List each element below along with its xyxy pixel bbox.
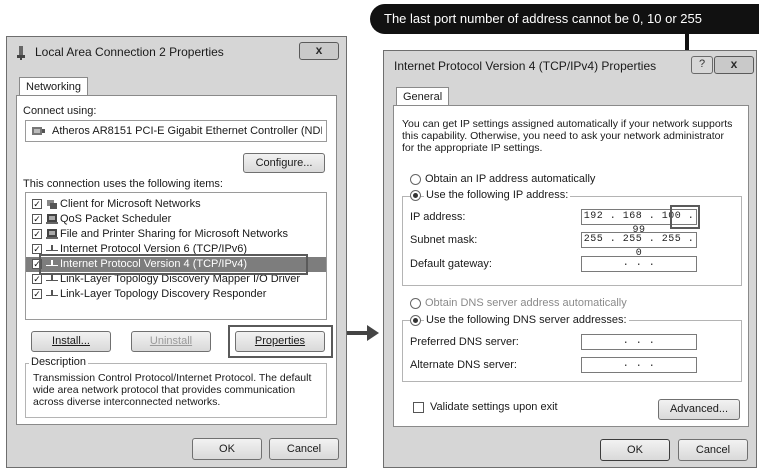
list-item[interactable]: ✓ QoS Packet Scheduler [26,212,326,227]
validate-label[interactable]: Validate settings upon exit [430,401,558,413]
obtain-ip-label[interactable]: Obtain an IP address automatically [425,173,595,185]
alternate-dns-label: Alternate DNS server: [410,359,517,371]
subnet-label: Subnet mask: [410,234,478,246]
title-bar: Internet Protocol Version 4 (TCP/IPv4) P… [384,51,756,81]
window-title: Internet Protocol Version 4 (TCP/IPv4) P… [394,59,657,73]
network-client-icon [47,200,57,209]
default-gateway-field[interactable]: . . . [581,256,697,272]
obtain-dns-radio[interactable] [410,298,421,309]
tab-networking[interactable]: Networking [19,77,89,96]
item-checkbox[interactable]: ✓ [32,244,42,254]
uninstall-button[interactable]: Uninstall [131,331,211,352]
install-label: Install... [52,335,90,347]
obtain-ip-radio[interactable] [410,174,421,185]
item-label: Client for Microsoft Networks [60,198,201,210]
install-button[interactable]: Install... [31,331,111,352]
item-label: QoS Packet Scheduler [60,213,172,225]
adapter-name: Atheros AR8151 PCI-E Gigabit Ethernet Co… [52,125,322,137]
list-item[interactable]: ✓ Client for Microsoft Networks [26,197,326,212]
window-title: Local Area Connection 2 Properties [35,45,224,59]
validate-checkbox[interactable] [413,402,424,413]
network-adapter-icon [32,127,45,135]
tab-general[interactable]: General [396,87,450,106]
item-label: File and Printer Sharing for Microsoft N… [60,228,289,240]
configure-button[interactable]: Configure... [243,153,325,173]
title-bar: Local Area Connection 2 Properties x [7,37,346,67]
arrow-right-icon [347,325,379,341]
cancel-button[interactable]: Cancel [678,439,748,461]
adapter-box: Atheros AR8151 PCI-E Gigabit Ethernet Co… [25,120,327,142]
protocol-icon [46,290,58,296]
ok-button[interactable]: OK [600,439,670,461]
use-ip-label[interactable]: Use the following IP address: [424,189,571,201]
last-octet-highlight-frame [670,205,700,229]
obtain-dns-label[interactable]: Obtain DNS server address automatically [425,297,627,309]
use-dns-label[interactable]: Use the following DNS server addresses: [424,314,629,326]
networking-panel: Connect using: Atheros AR8151 PCI-E Giga… [16,95,337,425]
alternate-dns-field[interactable]: . . . [581,357,697,373]
close-button[interactable]: x [714,56,754,74]
item-label: Link-Layer Topology Discovery Responder [60,288,267,300]
printer-sharing-icon [46,229,58,239]
local-area-connection-dialog: Local Area Connection 2 Properties x Net… [6,36,347,468]
list-item[interactable]: ✓ File and Printer Sharing for Microsoft… [26,227,326,242]
item-checkbox[interactable]: ✓ [32,274,42,284]
help-button[interactable]: ? [691,56,713,74]
advanced-button[interactable]: Advanced... [658,399,740,420]
description-label: Description [29,356,89,368]
close-button[interactable]: x [299,42,339,60]
gateway-label: Default gateway: [410,258,492,270]
intro-text: You can get IP settings assigned automat… [402,118,733,154]
ipv4-properties-dialog: Internet Protocol Version 4 (TCP/IPv4) P… [383,50,757,468]
use-ip-radio[interactable] [410,190,421,201]
properties-button[interactable]: Properties [235,331,325,352]
list-item[interactable]: ✓ Link-Layer Topology Discovery Responde… [26,287,326,302]
ipv4-highlight-frame [39,254,308,275]
protocol-icon [46,275,58,281]
network-connection-icon [17,46,25,60]
description-text: Transmission Control Protocol/Internet P… [33,372,312,408]
connect-using-label: Connect using: [23,105,97,117]
uninstall-label: Uninstall [149,335,193,347]
callout-text: The last port number of address cannot b… [384,11,702,26]
subnet-mask-field[interactable]: 255 . 255 . 255 . 0 [581,232,697,259]
item-checkbox[interactable]: ✓ [32,229,42,239]
cancel-button[interactable]: Cancel [269,438,339,460]
item-checkbox[interactable]: ✓ [32,199,42,209]
protocol-icon [46,245,58,251]
items-label: This connection uses the following items… [23,178,223,190]
item-checkbox[interactable]: ✓ [32,214,42,224]
general-panel: You can get IP settings assigned automat… [393,105,749,427]
ip-label: IP address: [410,211,466,223]
ok-button[interactable]: OK [192,438,262,460]
preferred-dns-label: Preferred DNS server: [410,336,519,348]
item-checkbox[interactable]: ✓ [32,289,42,299]
preferred-dns-field[interactable]: . . . [581,334,697,350]
use-dns-radio[interactable] [410,315,421,326]
scheduler-icon [46,214,58,224]
properties-label: Properties [254,335,306,347]
callout-banner: The last port number of address cannot b… [370,4,759,34]
